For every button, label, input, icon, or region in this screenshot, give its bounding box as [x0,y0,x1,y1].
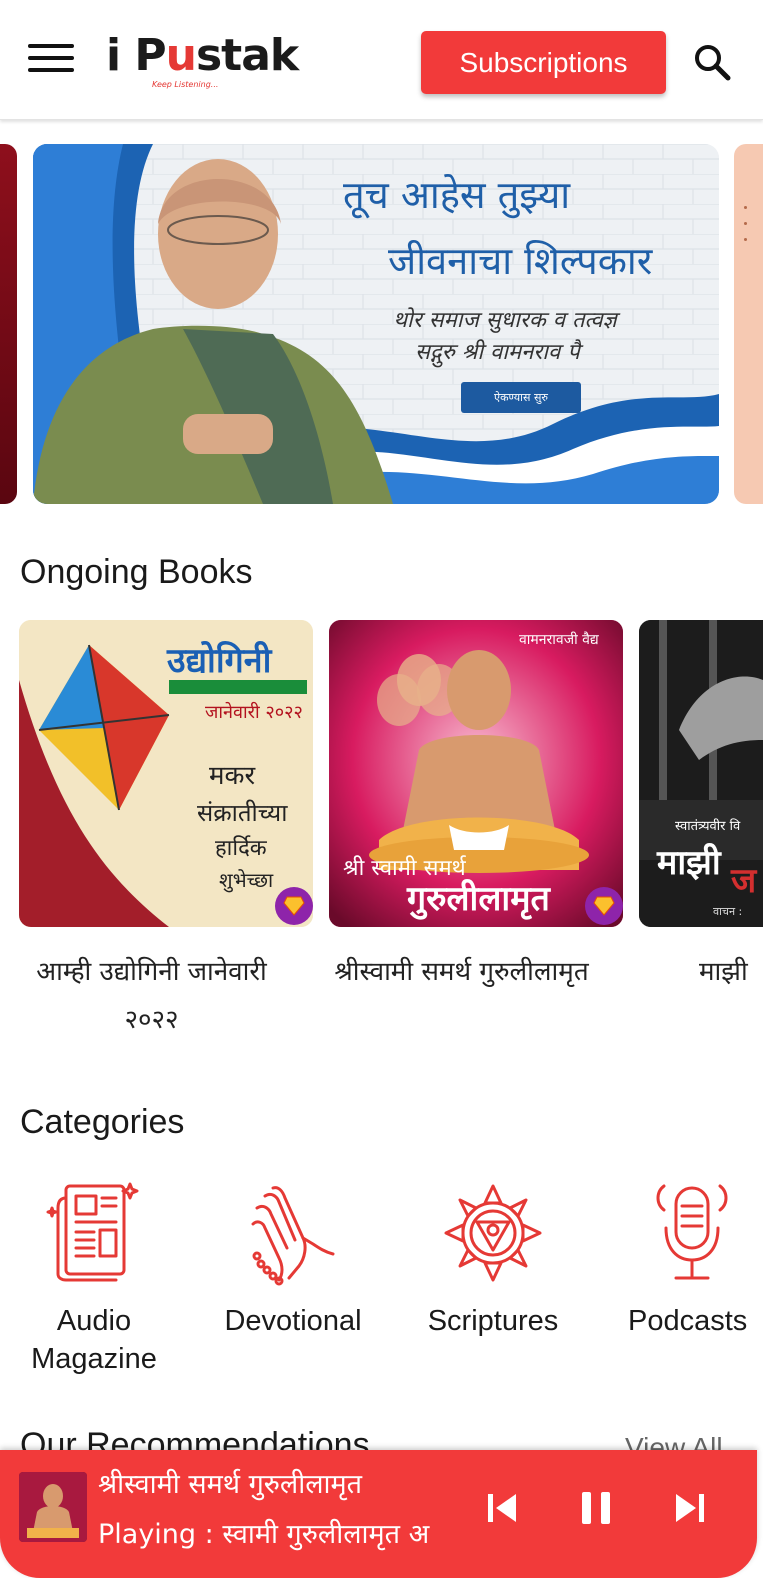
premium-badge-icon [275,887,313,925]
now-playing-status: Playing : स्वामी गुरुलीलामृत अ [98,1519,430,1550]
hamburger-menu-icon[interactable] [28,44,74,80]
book-title-udyogini[interactable]: आम्ही उद्योगिनी जानेवारी २०२२ [19,948,284,1044]
banner-cta-button[interactable]: ऐकण्यास सुरु [461,382,581,413]
featured-banner[interactable]: तूच आहेस तुझ्या जीवनाचा शिल्पकार थोर समा… [33,144,719,504]
cover-heading: उद्योगिनी [167,641,272,681]
logo-tagline: Keep Listening... [152,80,219,89]
cover-greeting-4: शुभेच्छा [219,868,274,892]
skip-next-icon[interactable] [670,1488,710,1528]
search-icon[interactable] [692,42,732,82]
book-cover-majhi[interactable]: स्वातंत्र्यवीर वि माझी ज वाचन : [639,620,763,927]
cover-greeting-2: संक्रातीच्या [197,799,288,827]
logo-text-2: stak [195,30,299,81]
pause-icon[interactable] [576,1488,616,1528]
cover-line-2: माझी [657,843,721,883]
category-podcasts[interactable]: Podcasts [612,1178,763,1340]
banner-title-line2: जीवनाचा शिल्पकार [388,239,653,283]
cover-month: जानेवारी २०२२ [205,702,303,723]
magazine-icon [44,1178,144,1288]
cover-line-2: गुरुलीलामृत [407,879,550,919]
mini-player[interactable]: श्रीस्वामी समर्थ गुरुलीलामृत Playing : स… [0,1450,757,1578]
praying-hands-icon [243,1178,343,1288]
subscriptions-button[interactable]: Subscriptions [421,31,666,94]
microphone-icon [642,1178,742,1288]
ongoing-books-heading: Ongoing Books [20,553,253,591]
skip-previous-icon[interactable] [482,1488,522,1528]
ipustak-logo[interactable]: i Pustak Keep Listening... [106,30,299,90]
cover-greeting-3: हार्दिक [215,836,267,861]
logo-text-1: i P [106,30,167,81]
cover-author: वामनरावजी वैद्य [519,632,599,648]
cover-greeting-1: मकर [209,761,256,791]
category-label-line1: Audio [56,1305,132,1337]
cover-reader: वाचन : [713,905,743,918]
book-title-majhi[interactable]: माझी [699,948,763,996]
category-label-line1: Scriptures [427,1305,559,1337]
now-playing-title: श्रीस्वामी समर्थ गुरुलीलामृत [98,1469,363,1500]
banner-subtitle-line2: सद्गुरु श्री वामनराव पै [415,340,580,365]
cover-line-1: स्वातंत्र्यवीर वि [675,819,741,834]
now-playing-thumbnail [19,1472,87,1542]
logo-text-u: u [165,30,197,81]
book-cover-udyogini[interactable]: उद्योगिनी जानेवारी २०२२ मकर संक्रातीच्या… [19,620,313,927]
category-label-line2: Magazine [31,1343,157,1375]
app-header: i Pustak Keep Listening... Subscriptions [0,0,763,120]
banner-prev-slide[interactable] [0,144,17,504]
category-label-line1: Devotional [224,1305,362,1337]
category-devotional[interactable]: Devotional [213,1178,373,1340]
category-scriptures[interactable]: Scriptures [413,1178,573,1340]
category-label-line1: Podcasts [628,1305,748,1337]
categories-heading: Categories [20,1103,185,1141]
banner-subtitle-line1: थोर समाज सुधारक व तत्वज्ञ [393,308,617,333]
cover-line-3: ज [731,861,757,901]
premium-badge-icon [585,887,623,925]
category-audio-magazine[interactable]: Audio Magazine [14,1178,174,1378]
book-title-gurulilamrut[interactable]: श्रीस्वामी समर्थ गुरुलीलामृत [329,948,594,996]
chakra-icon [443,1178,543,1288]
banner-next-slide[interactable] [734,144,763,504]
book-cover-gurulilamrut[interactable]: वामनरावजी वैद्य श्री स्वामी समर्थ गुरुली… [329,620,623,927]
banner-title-line1: तूच आहेस तुझ्या [343,173,571,217]
